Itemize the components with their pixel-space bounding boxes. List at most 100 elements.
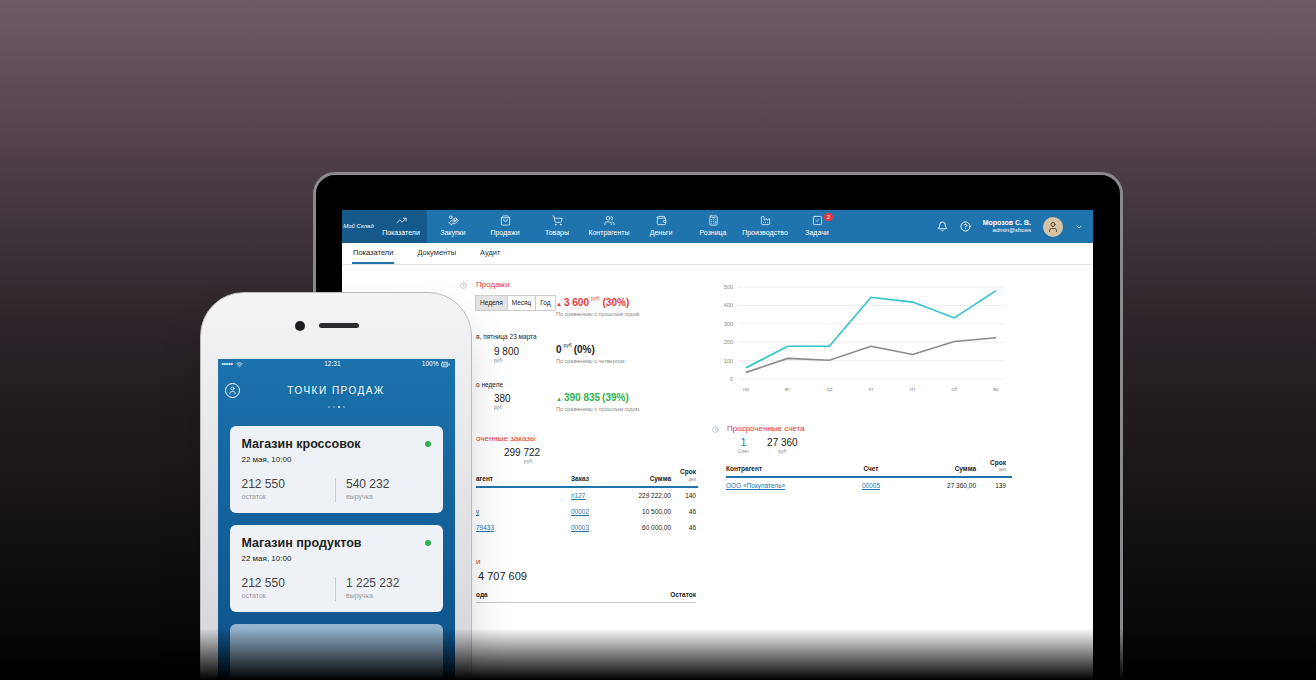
- nav-badge: 2: [824, 213, 833, 221]
- nav-item[interactable]: Продажи: [479, 210, 531, 243]
- column-header: Сумма: [616, 474, 671, 484]
- invoices-row[interactable]: ООО «Покупатель»0000527 360,00139: [726, 478, 1012, 494]
- store-cards: Магазин кроссовок22 мая, 10:00212 550ост…: [218, 426, 455, 680]
- period-tab[interactable]: Месяц: [507, 295, 537, 311]
- sales-change: 0руб(0%)По сравнению с четвергом: [556, 342, 624, 365]
- period-tab[interactable]: Неделя: [475, 295, 508, 311]
- nav-icon: [552, 215, 563, 226]
- help-icon[interactable]: [960, 221, 971, 232]
- invoices-section: Просроченные счета1Счет27 360рубКонтраге…: [712, 423, 1012, 494]
- column-header: Срокдни: [976, 458, 1006, 475]
- column-header: Контрагент: [726, 464, 836, 474]
- svg-text:чт: чт: [868, 386, 874, 392]
- nav-icon: [812, 215, 823, 226]
- svg-text:100: 100: [724, 358, 733, 364]
- page: Мой СкладПоказателиЗакупкиПродажиТоварыК…: [0, 0, 1316, 680]
- store-card[interactable]: Магазин кроссовок22 мая, 10:00212 550ост…: [230, 426, 443, 513]
- nav-icon: [500, 215, 511, 226]
- svg-text:500: 500: [724, 284, 733, 290]
- orders-section: оченные заказы299 722рубагентЗаказСуммаС…: [460, 433, 698, 536]
- user-icon: [228, 386, 237, 395]
- nav-icon: [448, 215, 459, 226]
- bottom-fade: [0, 628, 1316, 680]
- nav-item[interactable]: Контрагенты: [583, 210, 635, 243]
- nav-icon: [396, 215, 407, 226]
- svg-text:пт: пт: [910, 386, 916, 392]
- user-info[interactable]: Морозов С. В.admin@shoes: [983, 219, 1031, 235]
- nav-bar: Мой СкладПоказателиЗакупкиПродажиТоварыК…: [342, 210, 1093, 243]
- orders-row[interactable]: n127229 222,00140: [476, 488, 698, 504]
- page-dot[interactable]: [328, 406, 330, 408]
- orders-row[interactable]: 794330000360 000,0046: [476, 520, 698, 536]
- page-dots: [218, 406, 455, 408]
- phone: •••••12:31100% ТОЧКИ ПРОДАЖ Магазин кроссо…: [200, 292, 472, 680]
- status-dot: [425, 441, 431, 447]
- wifi-icon: [236, 361, 243, 368]
- subtab[interactable]: Показатели: [352, 243, 394, 264]
- left-column: Продажи НеделяМесяцГод▲3 600руб.(30%)По с…: [460, 279, 698, 680]
- column-header: Заказ: [571, 474, 616, 484]
- period-tab[interactable]: Год: [535, 295, 555, 311]
- store-card[interactable]: [230, 624, 443, 680]
- sales-row: НеделяМесяцГод▲3 600руб.(30%)По сравнени…: [476, 295, 698, 318]
- svg-text:сб: сб: [951, 386, 957, 392]
- nav-item[interactable]: Деньги: [635, 210, 687, 243]
- status-dot: [425, 540, 431, 546]
- page-dot[interactable]: [343, 406, 345, 408]
- svg-text:ср: ср: [826, 386, 832, 392]
- subtabs: Показатели Документы Аудит: [342, 243, 1093, 265]
- chevron-down-icon[interactable]: [1075, 223, 1083, 231]
- orders-row[interactable]: у0000210 500,0046: [476, 504, 698, 520]
- sales-change: ▲3 600руб.(30%)По сравнению с прошлым го…: [556, 295, 639, 318]
- nav-icon: [708, 215, 719, 226]
- period-tabs: НеделяМесяцГод: [476, 295, 556, 311]
- subtab[interactable]: Документы: [416, 243, 457, 264]
- nav-icon: [604, 215, 615, 226]
- logo[interactable]: Мой Склад: [342, 210, 375, 243]
- nav-item[interactable]: Производство: [739, 210, 791, 243]
- phone-header: ТОЧКИ ПРОДАЖ: [218, 378, 455, 404]
- column-header: Сумма: [906, 464, 976, 474]
- avatar[interactable]: [1043, 217, 1063, 237]
- nav-item[interactable]: Розница: [687, 210, 739, 243]
- nav-item[interactable]: Товары: [531, 210, 583, 243]
- svg-text:300: 300: [724, 321, 733, 327]
- page-dot[interactable]: [333, 406, 335, 408]
- nav-item[interactable]: Закупки: [427, 210, 479, 243]
- money-section: и4 707 609одаОстаток: [460, 556, 698, 603]
- column-header: Срокдни: [671, 467, 696, 484]
- sales-header: Продажи: [460, 279, 698, 291]
- right-column: 500 400 300 200 100 0 пн вт ср чт пт сб вс Просроченн…: [712, 279, 1012, 680]
- bell-icon[interactable]: [937, 221, 948, 232]
- nav-item[interactable]: Задачи2: [791, 210, 843, 243]
- phone-screen: •••••12:31100% ТОЧКИ ПРОДАЖ Магазин кроссо…: [218, 359, 455, 680]
- profile-button[interactable]: [225, 383, 240, 398]
- svg-text:вт: вт: [785, 386, 791, 392]
- sales-rows: НеделяМесяцГод▲3 600руб.(30%)По сравнени…: [460, 295, 698, 413]
- camera: [295, 321, 305, 331]
- battery-icon: [441, 360, 450, 369]
- svg-text:пн: пн: [743, 386, 749, 392]
- svg-text:200: 200: [724, 339, 733, 345]
- help-icon[interactable]: [712, 426, 719, 433]
- sales-chart: 500 400 300 200 100 0 пн вт ср чт пт сб вс: [712, 279, 1012, 397]
- svg-text:400: 400: [724, 302, 733, 308]
- sales-row: о неделе380руб▲390 835(39%)По сравнению …: [476, 380, 698, 413]
- store-card[interactable]: Магазин продуктов22 мая, 10:00212 550ост…: [230, 525, 443, 612]
- column-header: Счет: [836, 464, 906, 474]
- nav-item[interactable]: Показатели: [375, 210, 427, 243]
- column-header: агент: [476, 474, 571, 484]
- nav-icon: [760, 215, 771, 226]
- orders-table: агентЗаказСуммаСрокдни n127229 222,00140у…: [460, 467, 698, 536]
- earpiece: [319, 323, 359, 328]
- help-icon[interactable]: [460, 282, 467, 289]
- invoices-table: КонтрагентСчетСуммаСрокдни ООО «Покупател…: [712, 458, 1012, 495]
- sales-change: ▲390 835(39%)По сравнению с прошлым годо…: [556, 390, 639, 413]
- svg-text:0: 0: [730, 376, 733, 382]
- subtab[interactable]: Аудит: [479, 243, 501, 264]
- status-bar: •••••12:31100%: [218, 359, 455, 370]
- user-icon: [1047, 221, 1059, 233]
- nav-icon: [656, 215, 667, 226]
- svg-text:вс: вс: [993, 386, 999, 392]
- page-dot[interactable]: [338, 406, 340, 408]
